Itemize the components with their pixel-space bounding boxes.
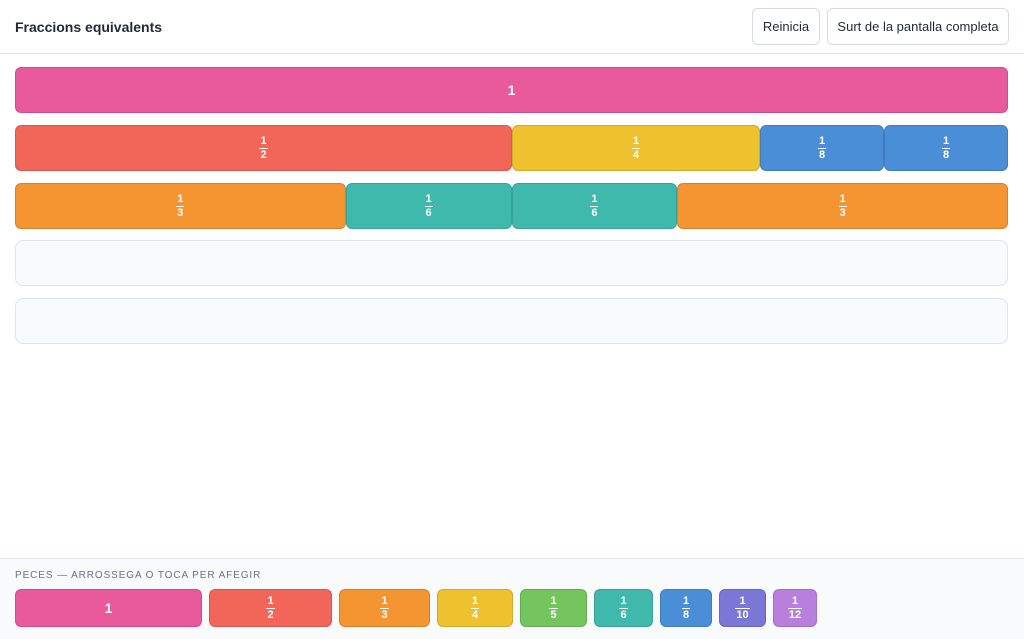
fraction-label: 13 <box>838 192 847 219</box>
fraction-numerator: 1 <box>267 594 274 607</box>
fraction-label: 13 <box>176 192 185 219</box>
fraction-numerator: 1 <box>550 594 557 607</box>
fraction-label: 12 <box>259 134 268 161</box>
board-row-4[interactable] <box>15 240 1008 286</box>
fraction-label: 12 <box>266 594 275 621</box>
fraction-denominator: 6 <box>424 205 433 219</box>
fraction-label: 18 <box>681 594 691 621</box>
fraction-label: 15 <box>549 594 558 621</box>
page-title: Fraccions equivalents <box>15 18 163 35</box>
fraction-denominator: 8 <box>941 147 951 161</box>
fraction-numerator: 1 <box>682 594 690 607</box>
fraction-label: 18 <box>817 134 827 161</box>
fraction-label: 16 <box>619 594 628 621</box>
palette-piece[interactable]: 13 <box>339 589 430 627</box>
fraction-numerator: 1 <box>818 134 826 147</box>
fraction-label: 1 <box>507 82 516 98</box>
fraction-denominator: 8 <box>681 607 691 621</box>
pieces-palette: PECES — ARROSSEGA O TOCA PER AFEGIR 1121… <box>0 558 1024 639</box>
fraction-bar[interactable]: 13 <box>677 183 1008 229</box>
fraction-numerator: 1 <box>739 594 746 607</box>
palette-label: PECES — ARROSSEGA O TOCA PER AFEGIR <box>15 570 262 581</box>
fraction-bar[interactable]: 16 <box>511 183 678 229</box>
fraction-denominator: 3 <box>380 607 389 621</box>
fraction-label: 18 <box>941 134 951 161</box>
fraction-denominator: 3 <box>838 205 847 219</box>
palette-piece[interactable]: 1 <box>15 589 202 627</box>
board-row-5[interactable] <box>15 298 1008 344</box>
fraction-label: 14 <box>470 594 480 621</box>
fraction-denominator: 4 <box>631 147 641 161</box>
fraction-numerator: 1 <box>620 594 627 607</box>
fraction-denominator: 6 <box>619 607 628 621</box>
fraction-numerator: 1 <box>425 192 432 205</box>
palette-piece[interactable]: 14 <box>437 589 513 627</box>
palette-piece[interactable]: 15 <box>520 589 587 627</box>
fraction-denominator: 2 <box>266 607 275 621</box>
fraction-bar[interactable]: 18 <box>884 125 1008 171</box>
palette-piece[interactable]: 1 10 <box>719 589 766 627</box>
fraction-denominator: 2 <box>259 147 268 161</box>
app-header: Fraccions equivalents Reinicia Surt de l… <box>0 0 1024 54</box>
fraction-denominator: 8 <box>817 147 827 161</box>
palette-piece[interactable]: 18 <box>660 589 712 627</box>
fraction-numerator: 1 <box>942 134 950 147</box>
fraction-bar[interactable]: 14 <box>512 125 760 171</box>
fraction-numerator: 1 <box>791 594 799 607</box>
palette-piece[interactable]: 16 <box>594 589 653 627</box>
fraction-numerator: 1 <box>177 192 184 205</box>
reset-button[interactable]: Reinicia <box>752 8 820 45</box>
fraction-numerator: 1 <box>591 192 598 205</box>
fraction-denominator: 6 <box>590 205 599 219</box>
palette-piece[interactable]: 12 <box>209 589 332 627</box>
fraction-bar[interactable]: 16 <box>345 183 512 229</box>
fraction-label: 14 <box>631 134 641 161</box>
fraction-numerator: 1 <box>839 192 846 205</box>
fraction-label: 16 <box>590 192 599 219</box>
board-row-3[interactable]: 13161613 <box>15 183 1008 229</box>
fraction-denominator: 12 <box>787 607 803 621</box>
fraction-label: 13 <box>380 594 389 621</box>
fraction-denominator: 5 <box>549 607 558 621</box>
fraction-label: 1 <box>104 600 113 616</box>
board-row-2[interactable]: 12141818 <box>15 125 1008 171</box>
fraction-board: 1 12141818 13161613 <box>0 55 1024 558</box>
board-row-1[interactable]: 1 <box>15 67 1008 113</box>
fraction-label: 1 12 <box>787 594 803 621</box>
exit-fullscreen-button[interactable]: Surt de la pantalla completa <box>827 8 1009 45</box>
fraction-numerator: 1 <box>381 594 388 607</box>
fraction-label: 1 10 <box>735 594 750 621</box>
fraction-bar[interactable]: 12 <box>15 125 512 171</box>
fraction-denominator: 3 <box>176 205 185 219</box>
fraction-denominator: 10 <box>735 607 750 621</box>
fraction-bar[interactable]: 1 <box>15 67 1008 113</box>
fraction-numerator: 1 <box>260 134 267 147</box>
fraction-numerator: 1 <box>471 594 479 607</box>
fraction-bar[interactable]: 18 <box>760 125 884 171</box>
palette-pieces: 1 1 2 1 3 1 4 1 5 1 6 1 8 1 10 1 12 <box>15 589 824 627</box>
fraction-numerator: 1 <box>632 134 640 147</box>
fraction-label: 16 <box>424 192 433 219</box>
palette-piece[interactable]: 1 12 <box>773 589 817 627</box>
fraction-bar[interactable]: 13 <box>15 183 346 229</box>
fraction-denominator: 4 <box>470 607 480 621</box>
